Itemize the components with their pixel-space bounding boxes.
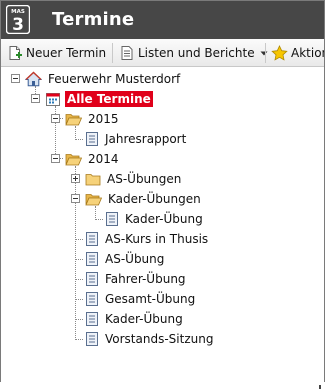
document-icon — [86, 292, 98, 306]
appointment-tree: Feuerwehr Musterdorf Alle Termine 2015 J… — [1, 68, 324, 389]
tree-connector — [75, 319, 83, 320]
new-document-icon — [9, 46, 22, 60]
tree-item-as-uebungen[interactable]: AS-Übungen — [85, 170, 183, 188]
tree-item-label: AS-Kurs in Thusis — [105, 232, 209, 246]
tree-connector — [75, 259, 83, 260]
tree-item-label: 2014 — [88, 152, 119, 166]
tree-item-label: Gesamt-Übung — [105, 292, 196, 306]
report-document-icon — [121, 46, 133, 60]
tree-connector — [75, 126, 76, 140]
new-appointment-button[interactable]: Neuer Termin — [7, 43, 106, 63]
tree-connector — [95, 219, 103, 220]
document-icon — [86, 312, 98, 326]
tree-item-label: AS-Übungen — [107, 172, 182, 186]
tree-connector — [75, 339, 83, 340]
document-icon — [86, 232, 98, 246]
tree-item-label: Jahresrapport — [105, 132, 187, 146]
tree-item-label: Kader-Übung — [105, 312, 183, 326]
app-logo-icon: MAS 3 — [6, 5, 30, 34]
star-icon — [271, 44, 288, 61]
tree-connector — [75, 166, 76, 340]
document-icon — [86, 252, 98, 266]
open-folder-icon — [65, 154, 82, 166]
tree-connector — [95, 206, 96, 220]
tree-item-label: Kader-Übungen — [108, 192, 201, 206]
as-uebungen-expand-toggle[interactable] — [71, 174, 80, 183]
tree-item-kader-uebungen[interactable]: Kader-Übungen — [85, 190, 203, 208]
actions-label: Aktion — [291, 46, 324, 60]
tree-item-as-kurs[interactable]: AS-Kurs in Thusis — [85, 230, 210, 248]
tree-item-label: Kader-Übung — [125, 212, 203, 226]
root-collapse-toggle[interactable] — [11, 74, 20, 83]
tree-item-kader-uebung[interactable]: Kader-Übung — [85, 310, 185, 328]
chevron-down-icon — [260, 51, 268, 56]
document-icon — [86, 332, 98, 346]
app-window: MAS 3 Termine Neuer Termin Listen und Be… — [0, 0, 325, 389]
year-2015-collapse-toggle[interactable] — [51, 114, 60, 123]
tree-item-root[interactable]: Feuerwehr Musterdorf — [25, 70, 182, 88]
tree-item-fahrer-uebung[interactable]: Fahrer-Übung — [85, 270, 188, 288]
document-icon — [106, 212, 118, 226]
document-icon — [86, 132, 98, 146]
tree-item-jahresrapport[interactable]: Jahresrapport — [85, 130, 188, 148]
tree-item-vorstands-sitzung[interactable]: Vorstands-Sitzung — [85, 330, 215, 348]
tree-item-gesamt-uebung[interactable]: Gesamt-Übung — [85, 290, 197, 308]
page-title: Termine — [52, 9, 135, 30]
app-badge-number: 3 — [12, 15, 24, 34]
tree-item-label: 2015 — [88, 112, 119, 126]
tree-connector — [75, 299, 83, 300]
folder-icon — [85, 174, 101, 186]
tree-item-year-2014[interactable]: 2014 — [65, 150, 121, 168]
lists-reports-label: Listen und Berichte — [138, 46, 255, 60]
year-2014-collapse-toggle[interactable] — [51, 154, 60, 163]
tree-item-kader-uebung-child[interactable]: Kader-Übung — [105, 210, 205, 228]
lists-reports-dropdown[interactable]: Listen und Berichte — [119, 43, 269, 63]
open-folder-icon — [65, 114, 82, 126]
tree-item-label: Alle Termine — [65, 91, 153, 107]
resize-grip[interactable] — [319, 385, 321, 389]
tree-item-as-uebung[interactable]: AS-Übung — [85, 250, 166, 268]
open-folder-icon — [85, 194, 102, 206]
tree-item-all-appointments[interactable]: Alle Termine — [45, 90, 153, 108]
toolbar-separator — [112, 43, 113, 63]
tree-item-label: Vorstands-Sitzung — [105, 332, 214, 346]
toolbar: Neuer Termin Listen und Berichte Aktion — [1, 39, 324, 67]
tree-item-label: Feuerwehr Musterdorf — [48, 72, 181, 86]
toolbar-separator — [265, 43, 266, 63]
tree-item-label: Fahrer-Übung — [105, 272, 186, 286]
new-appointment-label: Neuer Termin — [26, 46, 107, 60]
calendar-icon — [46, 93, 60, 106]
all-collapse-toggle[interactable] — [31, 94, 40, 103]
home-icon — [25, 71, 42, 87]
tree-item-year-2015[interactable]: 2015 — [65, 110, 121, 128]
actions-button[interactable]: Aktion — [271, 43, 324, 63]
title-bar: MAS 3 Termine — [1, 1, 324, 39]
document-icon — [86, 272, 98, 286]
tree-connector — [75, 139, 83, 140]
tree-connector — [75, 239, 83, 240]
tree-item-label: AS-Übung — [105, 252, 165, 266]
tree-connector — [75, 279, 83, 280]
kader-uebungen-collapse-toggle[interactable] — [71, 194, 80, 203]
